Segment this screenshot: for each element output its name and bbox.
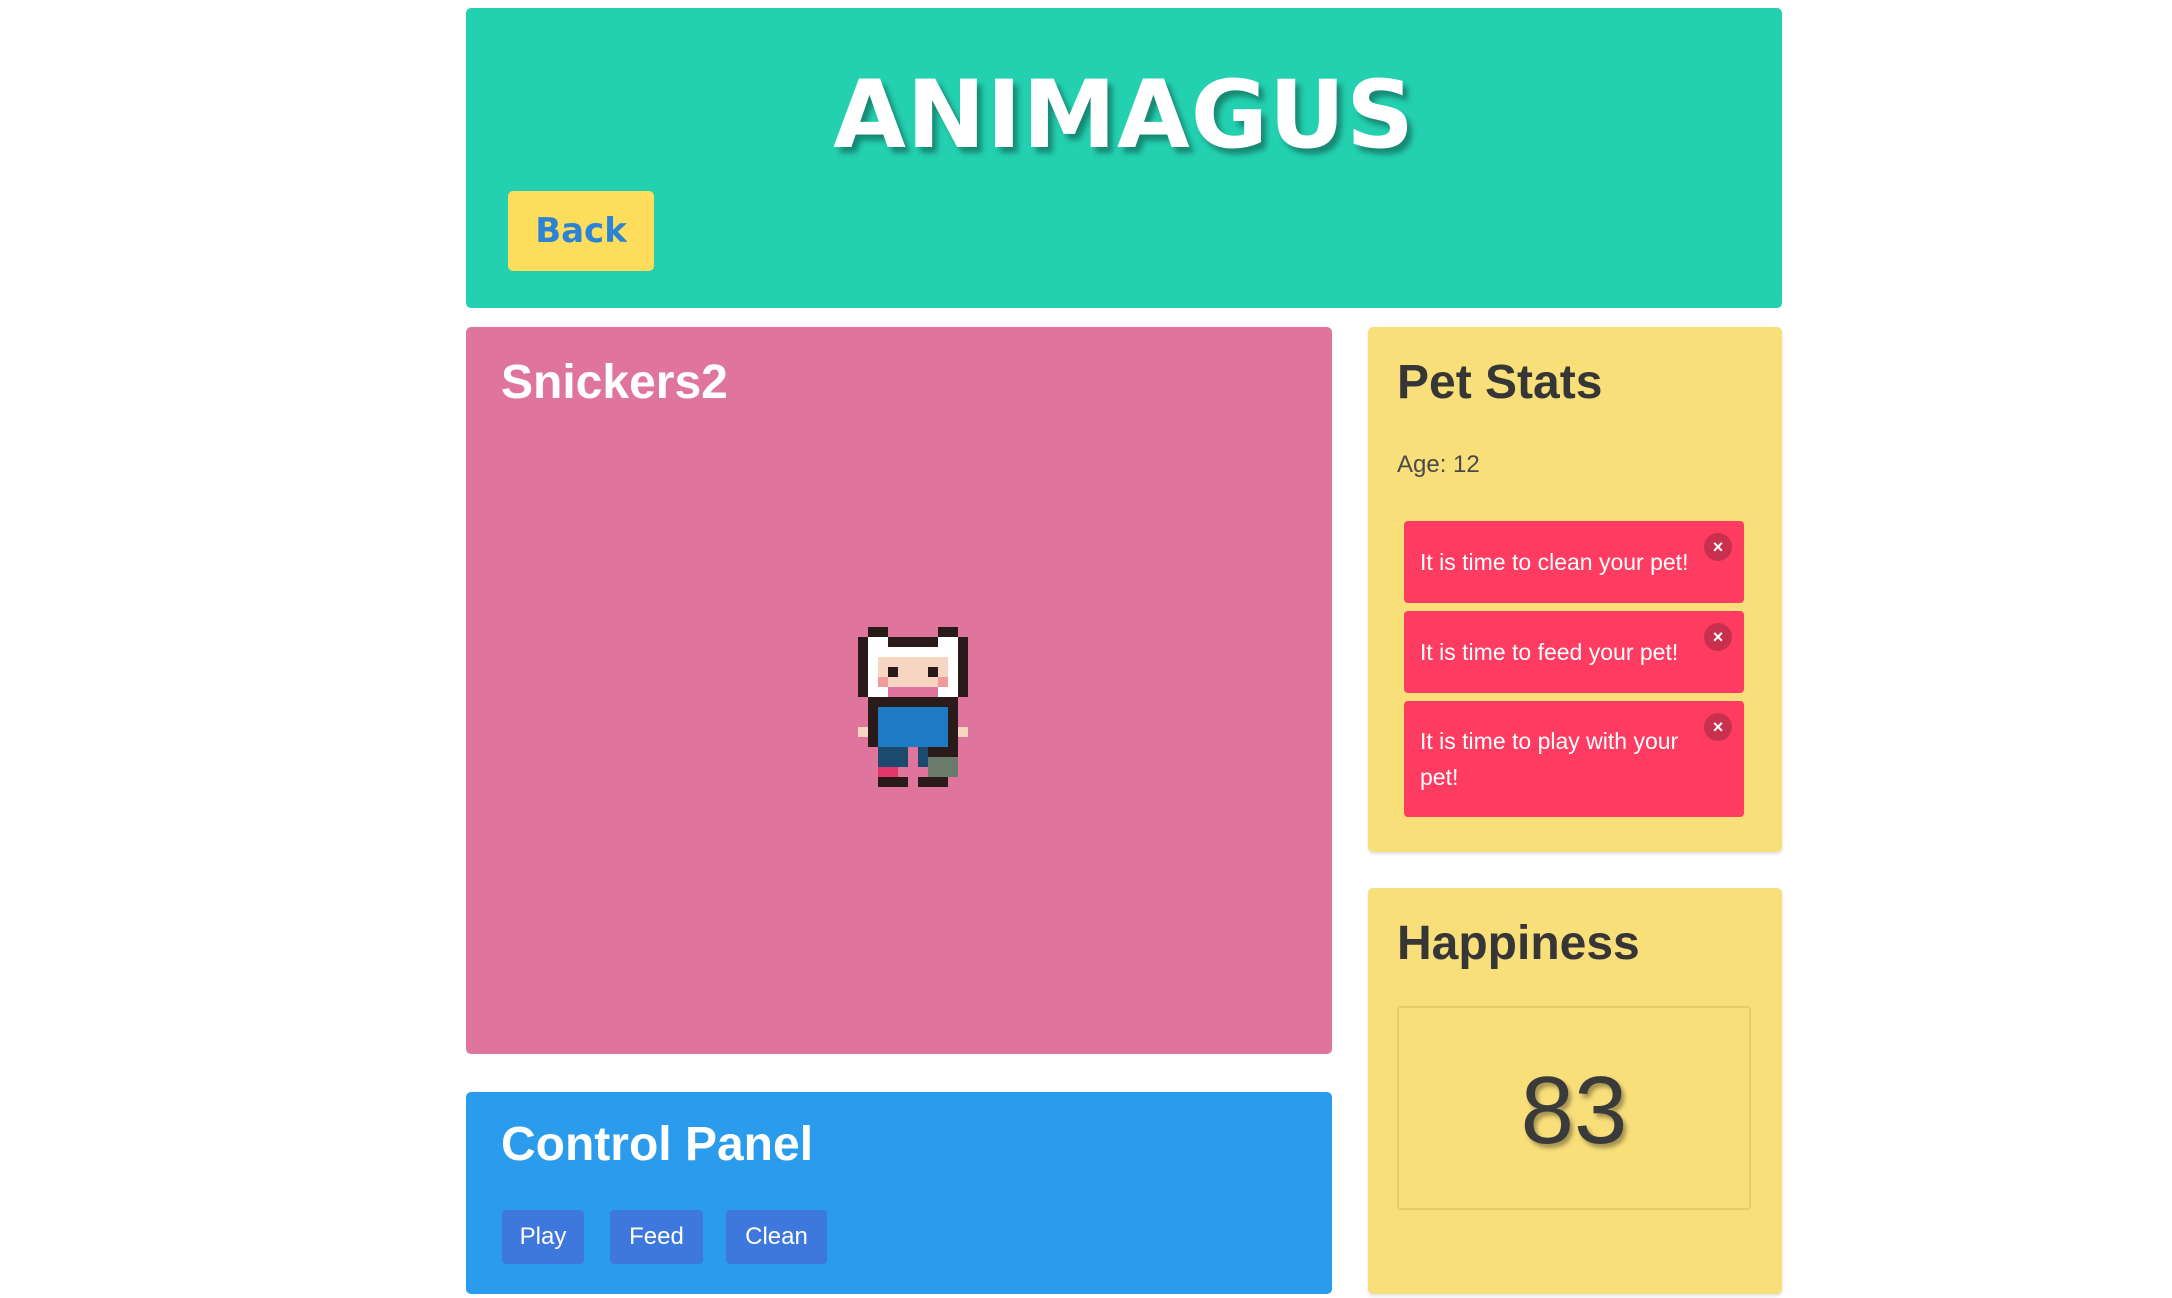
clean-button[interactable]: Clean	[726, 1210, 827, 1264]
notification-feed: It is time to feed your pet! ×	[1404, 611, 1744, 693]
notification-text: It is time to play with your pet!	[1420, 728, 1679, 790]
pet-sprite	[858, 627, 968, 787]
pet-name: Snickers2	[501, 356, 728, 409]
header: ANIMAGUS Back	[466, 8, 1782, 308]
pet-stats-title: Pet Stats	[1397, 356, 1603, 409]
pet-age: Age: 12	[1397, 451, 1480, 478]
back-button[interactable]: Back	[508, 191, 654, 271]
notification-text: It is time to feed your pet!	[1420, 639, 1679, 665]
pet-stats-panel: Pet Stats Age: 12 It is time to clean yo…	[1368, 327, 1782, 852]
control-panel-title: Control Panel	[501, 1118, 814, 1171]
notification-text: It is time to clean your pet!	[1420, 549, 1689, 575]
happiness-box: 83	[1397, 1006, 1751, 1210]
happiness-value: 83	[1520, 1057, 1628, 1164]
app-title: ANIMAGUS	[833, 61, 1415, 170]
play-button[interactable]: Play	[502, 1210, 584, 1264]
happiness-panel: Happiness 83	[1368, 888, 1782, 1294]
notification-play: It is time to play with your pet! ×	[1404, 701, 1744, 817]
close-icon[interactable]: ×	[1704, 623, 1732, 651]
control-panel: Control Panel Play Feed Clean	[466, 1092, 1332, 1294]
feed-button[interactable]: Feed	[610, 1210, 703, 1264]
happiness-title: Happiness	[1397, 917, 1640, 970]
close-icon[interactable]: ×	[1704, 533, 1732, 561]
pet-panel: Snickers2	[466, 327, 1332, 1054]
close-icon[interactable]: ×	[1704, 713, 1732, 741]
notification-clean: It is time to clean your pet! ×	[1404, 521, 1744, 603]
